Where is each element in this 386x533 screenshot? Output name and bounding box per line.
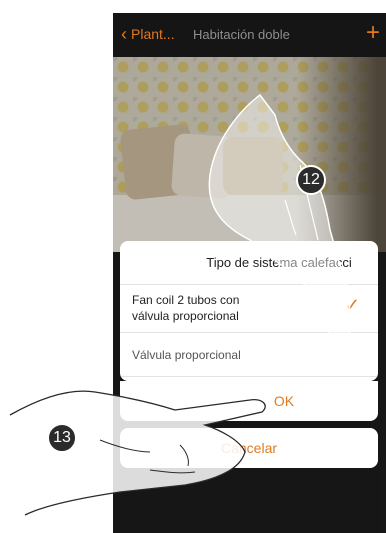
- option-label: Fan coil 2 tubos con: [132, 293, 240, 307]
- ok-label: OK: [273, 393, 295, 409]
- plus-icon[interactable]: +: [366, 21, 380, 45]
- checkmark-icon: ✓: [344, 295, 360, 315]
- cancel-button[interactable]: Cancelar: [120, 428, 378, 468]
- option-label: Válvula proporcional: [132, 347, 241, 362]
- back-button[interactable]: ‹ Plant...: [121, 25, 175, 43]
- cancel-label: Cancelar: [220, 440, 278, 456]
- ok-button[interactable]: OK: [120, 381, 378, 421]
- dialog-title: Tipo de sistema calefacci: [120, 241, 378, 285]
- chevron-left-icon: ‹: [121, 24, 127, 44]
- step-callout-13: 13: [47, 423, 77, 453]
- top-bar: ‹ Plant... Habitación doble +: [113, 13, 386, 57]
- page-title: Habitación doble: [193, 27, 290, 42]
- option-fan-coil[interactable]: Fan coil 2 tubos con válvula proporciona…: [120, 285, 378, 333]
- heating-type-dialog: Tipo de sistema calefacci Fan coil 2 tub…: [120, 241, 378, 381]
- step-callout-12: 12: [296, 165, 326, 195]
- option-label: válvula proporcional: [132, 309, 239, 323]
- option-valvula-proporcional[interactable]: Válvula proporcional: [120, 333, 378, 377]
- back-label: Plant...: [131, 26, 175, 42]
